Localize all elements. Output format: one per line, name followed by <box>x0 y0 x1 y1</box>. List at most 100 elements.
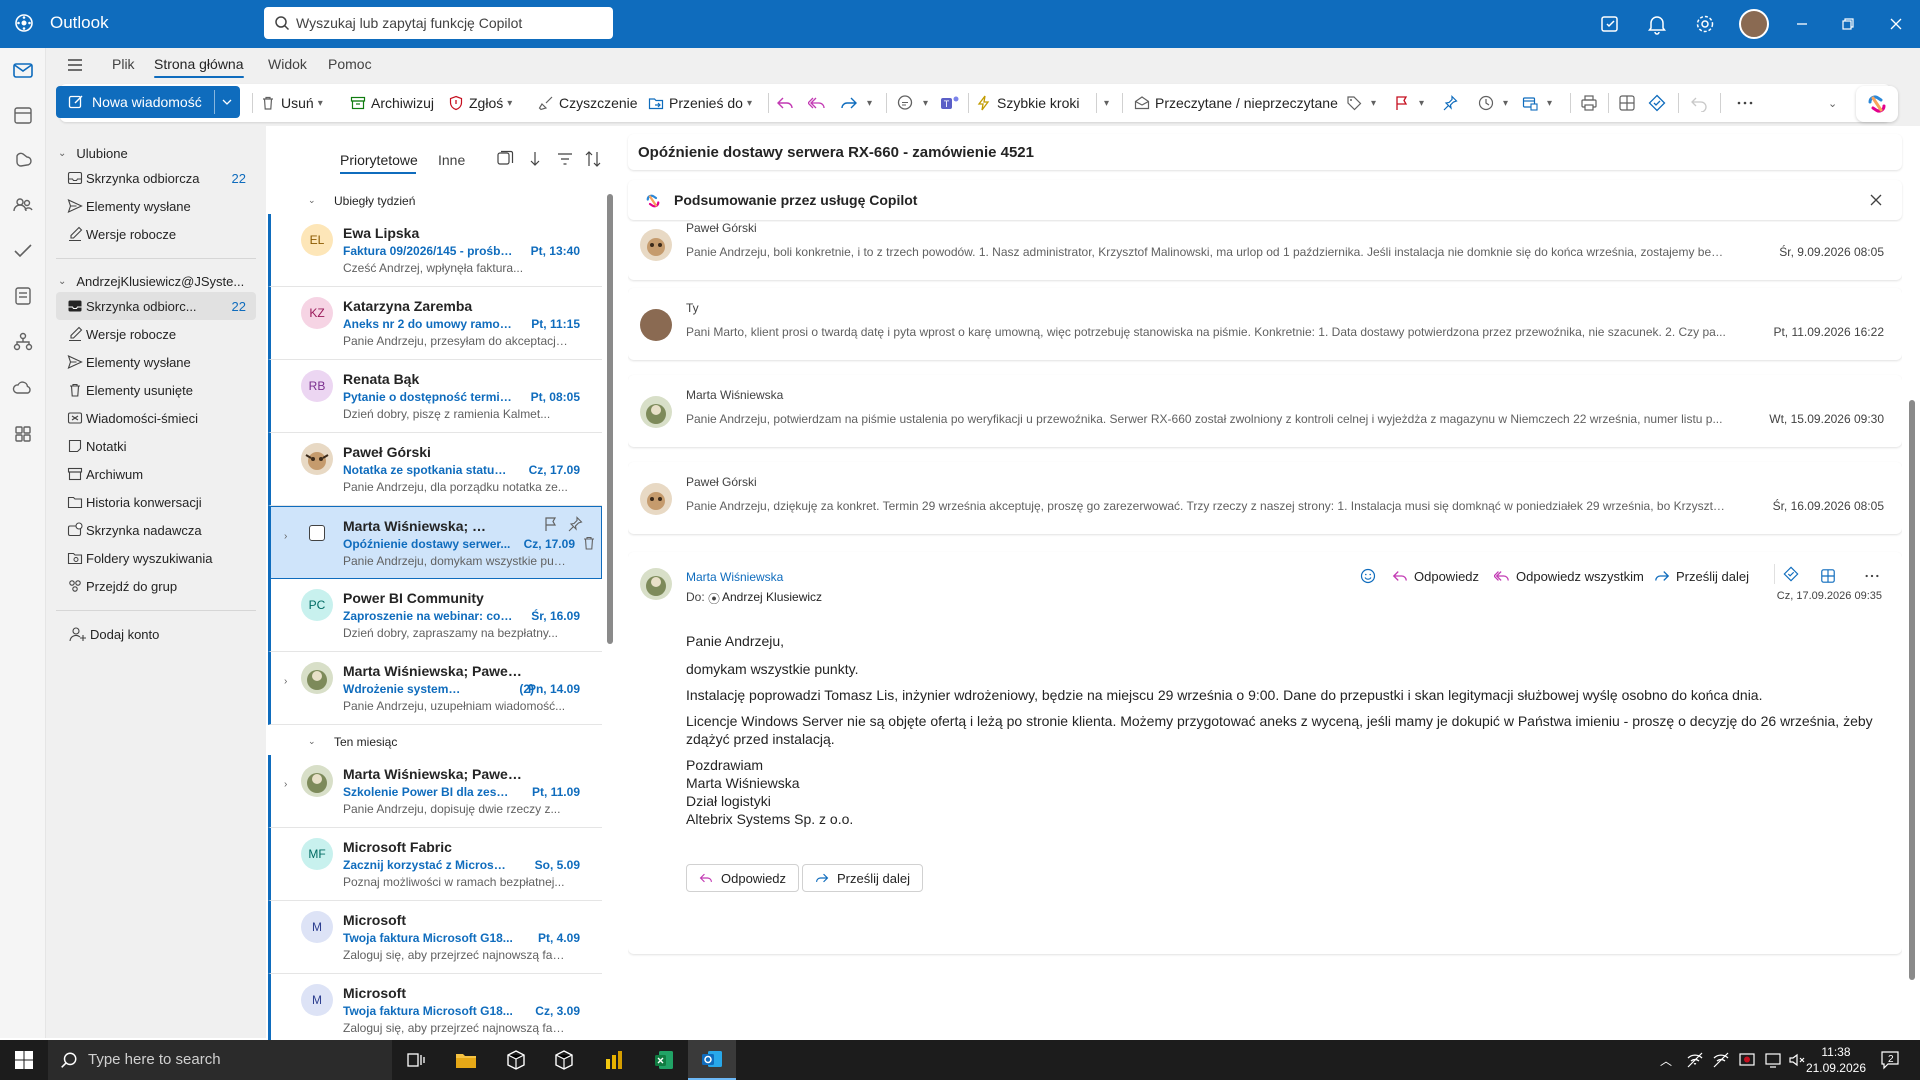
folder-junk[interactable]: Wiadomości-śmieci <box>56 404 256 432</box>
restore-icon[interactable] <box>1836 12 1860 36</box>
outlook-taskbar-icon[interactable] <box>688 1040 736 1080</box>
apps-grid-icon[interactable] <box>11 422 35 446</box>
tab-file[interactable]: Plik <box>112 56 135 72</box>
file-explorer-icon[interactable] <box>442 1040 490 1080</box>
reply-icon[interactable] <box>776 84 799 122</box>
select-checkbox[interactable] <box>309 525 325 541</box>
account-group[interactable]: ⌄ AndrzejKlusiewicz@JSyste... <box>58 274 244 289</box>
undo-icon[interactable] <box>1690 84 1713 122</box>
snooze-clock-icon[interactable]: ▾ <box>1478 84 1508 122</box>
mail-icon[interactable] <box>11 58 35 82</box>
quick-steps-button[interactable]: Szybkie kroki <box>976 84 1079 122</box>
hamburger-menu-icon[interactable] <box>66 56 84 74</box>
mail-item[interactable]: M Microsoft Twoja faktura Microsoft G18.… <box>268 974 602 1047</box>
folder-favorite-drafts[interactable]: Wersje robocze <box>56 220 256 248</box>
show-hidden-icons-chevron-icon[interactable]: ︿ <box>1660 1052 1672 1069</box>
reply-all-button[interactable]: Odpowiedz wszystkim <box>1494 568 1644 584</box>
folder-drafts[interactable]: Wersje robocze <box>56 320 256 348</box>
scrollbar-thumb[interactable] <box>1909 400 1915 980</box>
reply-all-icon[interactable] <box>808 84 831 122</box>
excel-icon[interactable] <box>640 1040 688 1080</box>
reading-pane-scrollbar[interactable] <box>1908 230 1916 1038</box>
close-icon[interactable] <box>1884 12 1908 36</box>
thread-item[interactable]: Marta Wiśniewska Panie Andrzeju, potwier… <box>628 375 1902 447</box>
chevron-down-icon[interactable] <box>222 97 232 107</box>
app-launcher-icon[interactable] <box>14 13 34 33</box>
app-box-icon[interactable] <box>540 1040 588 1080</box>
expand-chevron-icon[interactable]: › <box>284 676 287 687</box>
expand-chevron-icon[interactable]: › <box>284 531 287 542</box>
message-list-scrollbar[interactable] <box>606 188 614 1038</box>
teams-icon[interactable]: T <box>940 84 965 122</box>
chat-icon[interactable]: ▾ <box>896 84 928 122</box>
mail-item[interactable]: RB Renata Bąk Pytanie o dostępność termi… <box>268 360 602 433</box>
mail-item[interactable]: › Marta Wiśniewska; Paweł Górski Szkolen… <box>268 755 602 828</box>
mail-item[interactable]: KZ Katarzyna Zaremba Aneks nr 2 do umowy… <box>268 287 602 360</box>
thread-item[interactable]: Paweł Górski Panie Andrzeju, boli konkre… <box>628 222 1902 280</box>
calendar-icon[interactable] <box>11 103 35 127</box>
section-header-this-month[interactable]: ⌄ Ten miesiąc <box>268 731 602 753</box>
forward-button[interactable]: Prześlij dalej <box>1654 568 1749 584</box>
emoji-reaction-icon[interactable] <box>1360 568 1382 584</box>
minimize-icon[interactable] <box>1790 12 1814 36</box>
notification-center-icon[interactable]: 2 <box>1880 1050 1902 1070</box>
notification-bell-icon[interactable] <box>1645 12 1669 36</box>
tag-icon[interactable]: ▾ <box>1346 84 1376 122</box>
read-unread-button[interactable]: Przeczytane / nieprzeczytane <box>1134 84 1338 122</box>
folder-go-to-groups[interactable]: Przejdź do grup <box>56 572 256 600</box>
folder-outbox[interactable]: Skrzynka nadawcza <box>56 516 256 544</box>
message-sender[interactable]: Marta Wiśniewska <box>686 570 783 584</box>
archive-button[interactable]: Archiwizuj <box>350 84 434 122</box>
tab-other[interactable]: Inne <box>438 152 465 168</box>
tab-focused[interactable]: Priorytetowe <box>340 152 418 168</box>
mail-item[interactable]: Paweł Górski Notatka ze spotkania status… <box>268 433 602 506</box>
message-recipient[interactable]: Andrzej Klusiewicz <box>722 590 822 604</box>
print-icon[interactable] <box>1580 84 1603 122</box>
compose-note-icon[interactable] <box>1598 12 1622 36</box>
delete-button[interactable]: Usuń ▾ <box>260 84 323 122</box>
ribbon-collapse-icon[interactable]: ⌄ <box>1828 84 1837 122</box>
folder-search-folders[interactable]: Foldery wyszukiwania <box>56 544 256 572</box>
copilot-button[interactable] <box>1856 86 1898 122</box>
folder-inbox[interactable]: Skrzynka odbiorc... 22 <box>56 292 256 320</box>
network-status-icon[interactable] <box>1712 1051 1730 1069</box>
settings-gear-icon[interactable] <box>1693 12 1717 36</box>
report-button[interactable]: Zgłoś ▾ <box>448 84 512 122</box>
folder-favorite-inbox[interactable]: Skrzynka odbiorcza 22 <box>56 164 256 192</box>
filter-icon[interactable] <box>556 150 574 168</box>
windows-start-icon[interactable] <box>14 1050 34 1070</box>
copilot-summary-card[interactable]: Podsumowanie przez usługę Copilot <box>628 180 1902 220</box>
select-mode-icon[interactable] <box>496 150 514 168</box>
pin-icon[interactable] <box>1442 84 1463 122</box>
taskbar-search-input[interactable]: Type here to search <box>48 1040 392 1080</box>
move-to-button[interactable]: Przenieś do ▾ <box>648 84 752 122</box>
copilot-diamond-icon[interactable] <box>1774 564 1805 584</box>
forward-footer-button[interactable]: Prześlij dalej <box>802 864 923 892</box>
mail-item[interactable]: M Microsoft Twoja faktura Microsoft G18.… <box>268 901 602 974</box>
user-avatar[interactable] <box>1739 9 1769 39</box>
scrollbar-thumb[interactable] <box>607 194 613 644</box>
reply-footer-button[interactable]: Odpowiedz <box>686 864 800 892</box>
folder-conversation-history[interactable]: Historia konwersacji <box>56 488 256 516</box>
jump-to-icon[interactable] <box>526 150 544 168</box>
mail-item[interactable]: EL Ewa Lipska Faktura 09/2026/145 - proś… <box>268 214 602 287</box>
task-view-icon[interactable] <box>392 1040 440 1080</box>
volume-muted-icon[interactable] <box>1788 1051 1806 1069</box>
delete-icon[interactable] <box>581 535 597 551</box>
network-icon[interactable] <box>1686 1051 1704 1069</box>
sweep-button[interactable]: Czyszczenie <box>538 84 638 122</box>
thread-item[interactable]: Paweł Górski Panie Andrzeju, dziękuję za… <box>628 462 1902 534</box>
apps-icon[interactable] <box>1618 84 1641 122</box>
pin-icon[interactable] <box>567 516 583 532</box>
power-bi-icon[interactable] <box>590 1040 638 1080</box>
folder-notes[interactable]: Notatki <box>56 432 256 460</box>
tab-help[interactable]: Pomoc <box>328 56 372 72</box>
app-box-icon[interactable] <box>492 1040 540 1080</box>
mail-item[interactable]: PC Power BI Community Zaproszenie na web… <box>268 579 602 652</box>
copilot-icon[interactable] <box>11 148 35 172</box>
todo-check-icon[interactable] <box>11 238 35 262</box>
reply-button[interactable]: Odpowiedz <box>1392 568 1479 584</box>
mail-item[interactable]: › Marta Wiśniewska; Paweł Górski Wdrożen… <box>268 652 602 725</box>
sort-icon[interactable] <box>584 150 602 168</box>
apps-icon[interactable] <box>1820 568 1842 584</box>
